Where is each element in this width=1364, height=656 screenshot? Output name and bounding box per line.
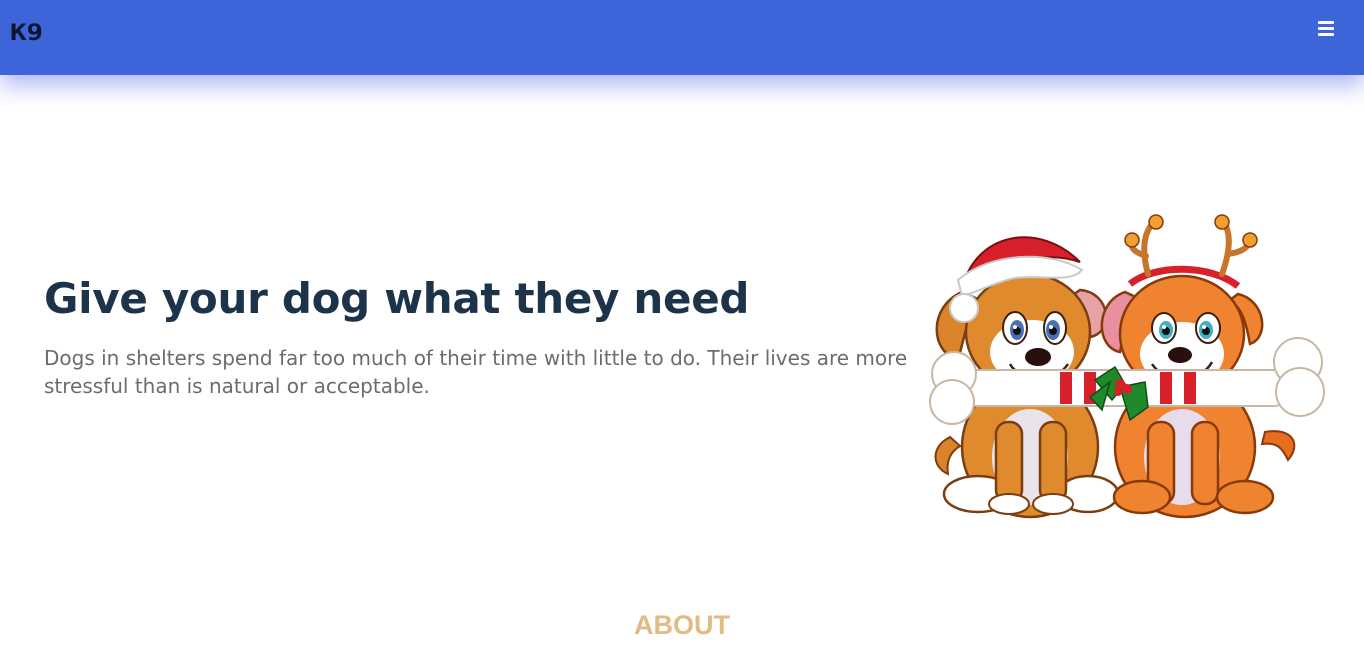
puppies-illustration	[929, 214, 1325, 519]
hero-description: Dogs in shelters spend far too much of t…	[44, 346, 908, 398]
about-heading: ABOUT	[634, 610, 730, 640]
top-navbar: K9	[0, 0, 1364, 75]
right-puppy	[1100, 214, 1296, 519]
hamburger-menu-icon[interactable]	[1316, 18, 1338, 40]
hero-title: Give your dog what they need	[44, 274, 750, 323]
site-logo[interactable]: K9	[10, 21, 43, 46]
